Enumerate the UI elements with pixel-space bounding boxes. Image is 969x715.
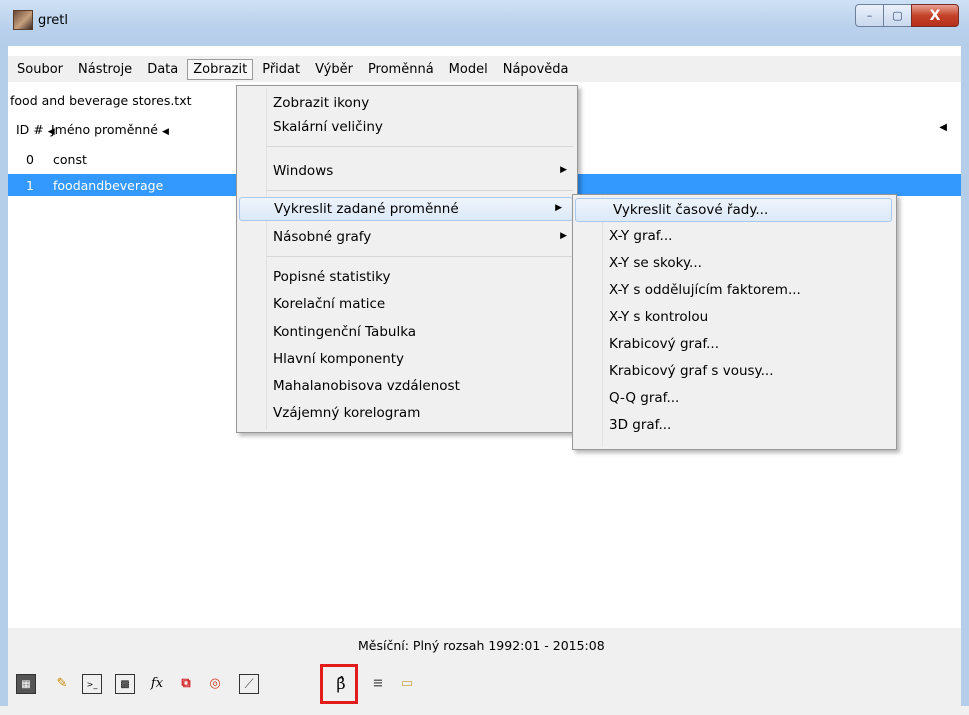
sort-left-icon: ◀ (161, 127, 169, 137)
menu-nastroje[interactable]: Nástroje (72, 59, 138, 80)
menu-soubor[interactable]: Soubor (11, 59, 69, 80)
menu-napoveda[interactable]: Nápověda (497, 59, 575, 80)
menu-item-xy-se-skoky[interactable]: X-Y se skoky... (573, 252, 896, 276)
menu-item-vykreslit-zadane-promenne[interactable]: Vykreslit zadané proměnné ▶ (239, 197, 573, 221)
dataset-filename: food and beverage stores.txt (10, 93, 192, 108)
menu-bar: Soubor Nástroje Data Zobrazit Přidat Výb… (8, 56, 961, 82)
title-bar[interactable]: gretl – ▢ X (0, 0, 969, 46)
menu-item-label: Násobné grafy (273, 229, 372, 245)
menu-item-label: Vykreslit časové řady... (613, 202, 769, 218)
minimize-button[interactable]: – (855, 4, 884, 27)
menu-item-label: X-Y se skoky... (609, 255, 702, 271)
row-id: 1 (26, 178, 34, 193)
menu-data[interactable]: Data (141, 59, 184, 80)
menu-item-label: Q-Q graf... (609, 390, 680, 406)
column-header-name[interactable]: Jméno proměnné ◀ (51, 122, 169, 137)
window-bottom-edge (0, 706, 969, 715)
menu-item-label: Windows (273, 163, 334, 179)
menu-item-mahalanobisova-vzdalenost[interactable]: Mahalanobisova vzdálenost (237, 375, 577, 399)
column-header-id-label: ID # (16, 122, 44, 137)
window-frame-left (0, 46, 8, 715)
menu-item-label: X-Y s oddělujícím faktorem... (609, 282, 801, 298)
column-header-name-label: Jméno proměnné (51, 122, 158, 137)
menu-pridat[interactable]: Přidat (256, 59, 306, 80)
maximize-button[interactable]: ▢ (883, 4, 912, 27)
menu-item-nasobne-grafy[interactable]: Násobné grafy ▶ (237, 226, 577, 250)
help-icon[interactable]: ◎ (206, 674, 224, 692)
menu-item-label: Krabicový graf s vousy... (609, 363, 774, 379)
menu-item-label: Hlavní komponenty (273, 351, 405, 367)
column-header-id[interactable]: ID # ◀ (16, 122, 55, 137)
menu-item-vzajemny-korelogram[interactable]: Vzájemný korelogram (237, 402, 577, 426)
menu-item-3d-graf[interactable]: 3D graf... (573, 414, 896, 438)
menu-item-label: X-Y graf... (609, 228, 673, 244)
row-id: 0 (26, 152, 34, 167)
menu-item-xy-s-oddelujicim-faktorem[interactable]: X-Y s oddělujícím faktorem... (573, 279, 896, 303)
menu-item-skalarni-veliciny[interactable]: Skalární veličiny (237, 116, 577, 140)
edit-script-icon[interactable]: ✎ (53, 674, 71, 692)
menu-item-label: Kontingenční Tabulka (273, 324, 417, 340)
menu-item-krabicovy-graf-s-vousy[interactable]: Krabicový graf s vousy... (573, 360, 896, 384)
gretl-app-icon (13, 10, 33, 30)
console-icon[interactable]: >_ (82, 674, 102, 694)
menu-item-label: Korelační matice (273, 296, 386, 312)
header-scroll-left-icon[interactable]: ◀ (939, 122, 947, 133)
menu-item-windows[interactable]: Windows ▶ (237, 160, 577, 184)
menu-item-label: Mahalanobisova vzdálenost (273, 378, 460, 394)
menu-separator (267, 190, 573, 191)
menu-separator (267, 256, 573, 257)
window-frame-right (961, 46, 969, 715)
menu-item-krabicovy-graf[interactable]: Krabicový graf... (573, 333, 896, 357)
menu-vyber[interactable]: Výběr (309, 59, 359, 80)
menu-item-label: Popisné statistiky (273, 269, 391, 285)
menu-item-label: Vykreslit zadané proměnné (274, 201, 459, 217)
plot-submenu-dropdown: Vykreslit časové řady... X-Y graf... X-Y… (572, 194, 897, 450)
highlight-box (320, 664, 358, 704)
session-icon-view-icon[interactable]: ▩ (115, 674, 135, 694)
menu-item-label: Zobrazit ikony (273, 95, 370, 111)
menu-model[interactable]: Model (443, 59, 494, 80)
window-title: gretl (38, 13, 69, 28)
menu-promenna[interactable]: Proměnná (362, 59, 440, 80)
submenu-arrow-icon: ▶ (555, 203, 562, 213)
menu-zobrazit[interactable]: Zobrazit (187, 58, 254, 80)
plot-icon[interactable]: ⟋ (239, 674, 259, 694)
row-name: foodandbeverage (53, 178, 164, 193)
menu-item-qq-graf[interactable]: Q-Q graf... (573, 387, 896, 411)
submenu-arrow-icon: ▶ (560, 231, 567, 241)
view-menu-dropdown: Zobrazit ikony Skalární veličiny Windows… (236, 85, 578, 433)
submenu-arrow-icon: ▶ (560, 165, 567, 175)
sample-range-text: Měsíční: Plný rozsah 1992:01 - 2015:08 (358, 638, 605, 653)
menu-item-vykreslit-casove-rady[interactable]: Vykreslit časové řady... (575, 198, 892, 222)
menu-item-xy-s-kontrolou[interactable]: X-Y s kontrolou (573, 306, 896, 330)
menu-item-label: X-Y s kontrolou (609, 309, 709, 325)
pdf-guide-icon[interactable]: ⧉ (177, 674, 195, 692)
menu-item-label: Skalární veličiny (273, 119, 383, 135)
database-icon[interactable]: ≡ (369, 674, 387, 692)
menu-item-label: 3D graf... (609, 417, 672, 433)
menu-item-popisne-statistiky[interactable]: Popisné statistiky (237, 266, 577, 290)
menu-separator (267, 146, 573, 147)
status-bar: Měsíční: Plný rozsah 1992:01 - 2015:08 (8, 628, 961, 654)
menu-item-korelacni-matice[interactable]: Korelační matice (237, 293, 577, 317)
menu-item-label: Vzájemný korelogram (273, 405, 421, 421)
close-button[interactable]: X (911, 4, 959, 27)
menu-item-hlavni-komponenty[interactable]: Hlavní komponenty (237, 348, 577, 372)
menu-item-xy-graf[interactable]: X-Y graf... (573, 225, 896, 249)
window-controls: – ▢ X (855, 4, 959, 27)
open-folder-icon[interactable]: ▭ (398, 674, 416, 692)
menu-item-label: Krabicový graf... (609, 336, 719, 352)
menu-item-kontingencni-tabulka[interactable]: Kontingenční Tabulka (237, 321, 577, 345)
menu-item-zobrazit-ikony[interactable]: Zobrazit ikony (237, 92, 577, 116)
row-name: const (53, 152, 87, 167)
function-icon[interactable]: fx (143, 674, 171, 692)
calculator-icon[interactable]: ▦ (16, 674, 36, 694)
